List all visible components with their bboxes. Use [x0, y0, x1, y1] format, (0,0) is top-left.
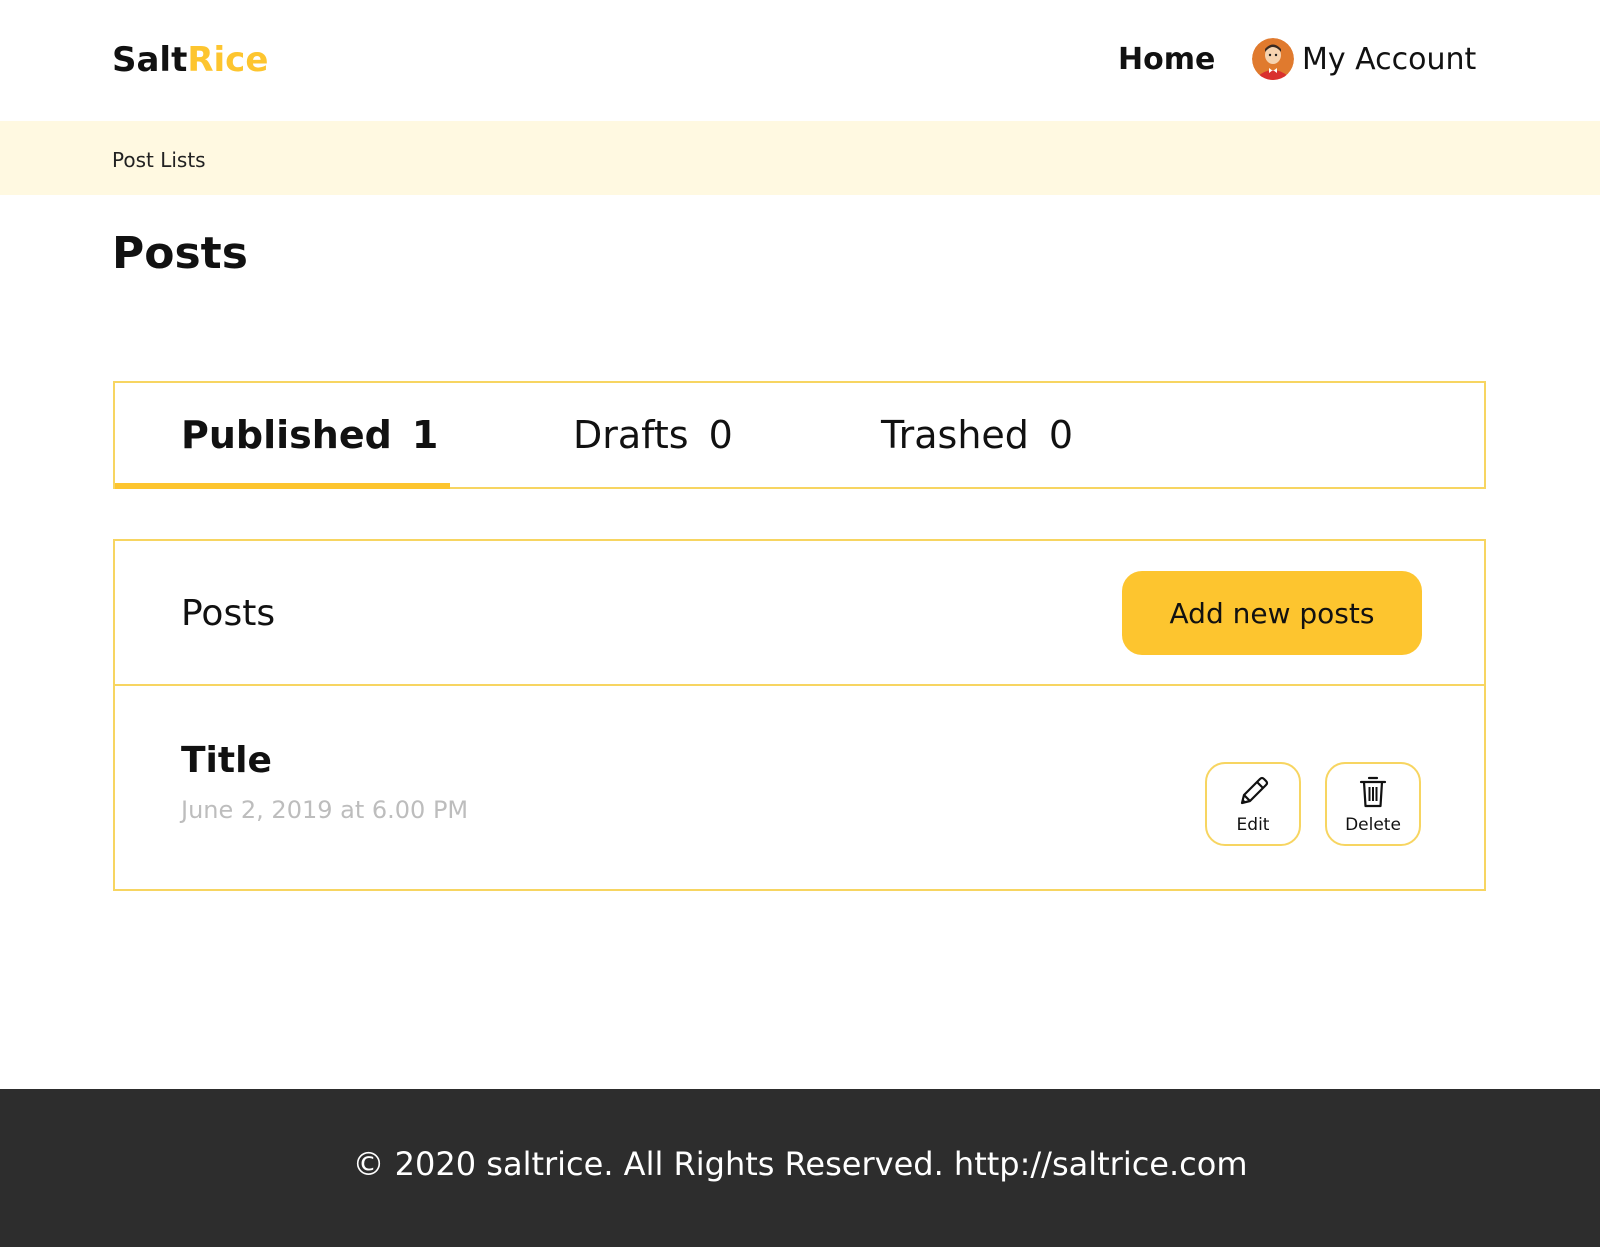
breadcrumb[interactable]: Post Lists [112, 148, 206, 172]
posts-panel-title: Posts [181, 593, 276, 634]
tab-drafts-label: Drafts [573, 413, 689, 457]
post-status-tabs: Published 1 Drafts 0 Trashed 0 [113, 381, 1486, 489]
site-footer: © 2020 saltrice. All Rights Reserved. ht… [0, 1089, 1600, 1247]
active-tab-indicator [115, 483, 450, 489]
post-date: June 2, 2019 at 6.00 PM [181, 796, 469, 824]
add-new-posts-button[interactable]: Add new posts [1122, 571, 1422, 655]
site-header: SaltRice Home My Account [0, 0, 1600, 121]
posts-panel: Posts Add new posts Title June 2, 2019 a… [113, 539, 1486, 891]
delete-button-label: Delete [1345, 815, 1401, 835]
tab-published-label: Published [181, 413, 392, 457]
pencil-icon [1240, 776, 1269, 805]
trash-icon [1359, 776, 1387, 808]
list-item: Title June 2, 2019 at 6.00 PM Edit Delet… [115, 688, 1484, 891]
tab-drafts[interactable]: Drafts 0 [573, 413, 733, 457]
user-avatar-icon [1252, 38, 1294, 80]
site-logo[interactable]: SaltRice [112, 40, 268, 80]
breadcrumb-bar: Post Lists [0, 121, 1600, 195]
logo-salt: Salt [112, 40, 188, 80]
edit-button-label: Edit [1236, 815, 1270, 835]
logo-rice: Rice [187, 40, 269, 80]
page-title: Posts [112, 228, 248, 279]
posts-panel-header: Posts Add new posts [115, 541, 1484, 686]
post-title[interactable]: Title [181, 740, 272, 781]
edit-button[interactable]: Edit [1205, 762, 1301, 846]
nav-my-account[interactable]: My Account [1252, 38, 1476, 80]
tab-trashed[interactable]: Trashed 0 [881, 413, 1073, 457]
my-account-label: My Account [1302, 41, 1477, 77]
footer-copyright: © 2020 saltrice. All Rights Reserved. ht… [352, 1145, 1248, 1183]
tab-trashed-label: Trashed [881, 413, 1029, 457]
tab-drafts-count: 0 [708, 413, 733, 457]
nav-home-link[interactable]: Home [1118, 42, 1215, 77]
delete-button[interactable]: Delete [1325, 762, 1421, 846]
tab-published[interactable]: Published 1 [181, 413, 438, 457]
tab-published-count: 1 [411, 413, 439, 457]
tab-trashed-count: 0 [1048, 413, 1074, 457]
